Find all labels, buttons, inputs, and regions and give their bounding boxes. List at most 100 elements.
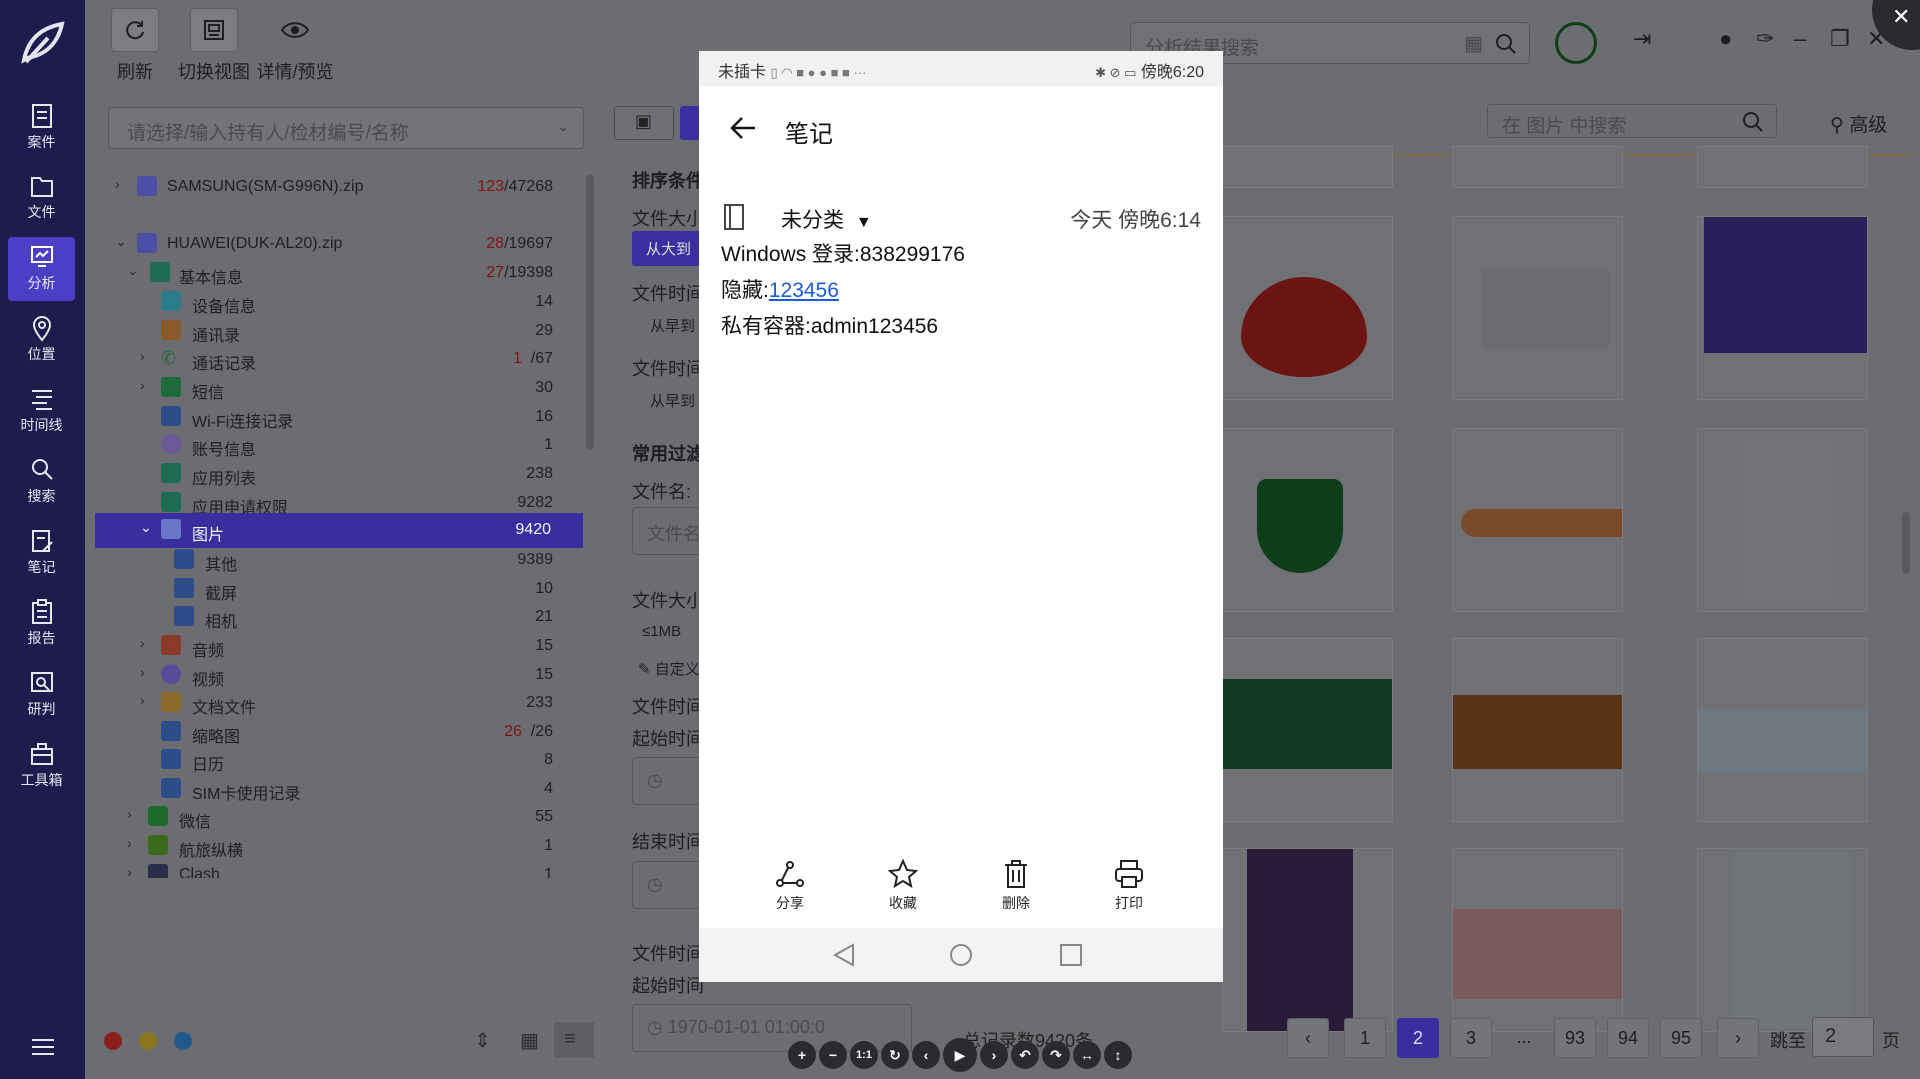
note-link[interactable]: 123456 <box>769 279 839 302</box>
image-card[interactable] <box>1222 428 1393 612</box>
shield-status-icon[interactable] <box>1555 22 1597 64</box>
image-card[interactable] <box>1222 638 1393 822</box>
next-page-button[interactable]: › <box>1717 1018 1759 1058</box>
search-icon[interactable] <box>1742 111 1764 133</box>
flip-vertical-icon[interactable]: ↕ <box>1104 1041 1132 1069</box>
red-dot-icon[interactable] <box>104 1032 122 1050</box>
image-card[interactable] <box>1452 216 1623 400</box>
image-search-input[interactable]: 在 图片 中搜索 <box>1487 104 1777 138</box>
image-card[interactable] <box>1222 146 1393 188</box>
zoom-out-icon[interactable]: − <box>819 1041 847 1069</box>
flip-horizontal-icon[interactable]: ↔ <box>1073 1041 1101 1069</box>
nav-report[interactable]: 报告 <box>8 592 75 656</box>
nav-home-icon[interactable] <box>949 943 973 967</box>
nav-file[interactable]: 文件 <box>8 166 75 230</box>
image-card[interactable] <box>1452 848 1623 1032</box>
image-card[interactable] <box>1452 638 1623 822</box>
switch-view-button[interactable]: 切换视图 <box>178 8 250 88</box>
delete-button[interactable]: 删除 <box>981 859 1051 913</box>
image-card[interactable] <box>1452 428 1623 612</box>
page-button-current[interactable]: 2 <box>1397 1018 1439 1058</box>
end-time-input[interactable]: ◷ <box>632 861 702 909</box>
hamburger-menu-icon[interactable] <box>30 1037 56 1057</box>
refresh-button[interactable]: 刷新 <box>108 8 162 88</box>
calendar-icon[interactable]: ▦ <box>1464 31 1483 56</box>
page-button[interactable]: 95 <box>1660 1018 1702 1058</box>
favorite-button[interactable]: 收藏 <box>868 859 938 913</box>
nav-timeline[interactable]: 时间线 <box>8 379 75 443</box>
page-button[interactable]: 93 <box>1554 1018 1596 1058</box>
pin-icon[interactable]: ✑ <box>1756 26 1774 52</box>
custom-size-option[interactable]: ✎ 自定义 <box>638 658 700 679</box>
prev-page-button[interactable]: ‹ <box>1287 1018 1329 1058</box>
sort-early-option[interactable]: 从早到 <box>650 315 695 336</box>
maximize-icon[interactable]: ❐ <box>1830 26 1850 52</box>
list-icon[interactable]: ≡ <box>554 1022 594 1058</box>
rotate-left-icon[interactable]: ↶ <box>1011 1041 1039 1069</box>
size-sort-button[interactable]: 从大到 <box>632 231 706 266</box>
nav-search[interactable]: 搜索 <box>8 450 75 514</box>
tree-scrollbar[interactable] <box>586 175 594 450</box>
previous-icon[interactable]: ‹ <box>912 1041 940 1069</box>
nav-case[interactable]: 案件 <box>8 96 75 160</box>
share-button[interactable]: 分享 <box>755 859 825 913</box>
image-card[interactable] <box>1697 216 1868 400</box>
nav-back-icon[interactable] <box>833 943 855 967</box>
holder-select[interactable]: 请选择/输入持有人/检材编号/名称 ⌄ <box>108 107 584 149</box>
search-icon[interactable] <box>1495 33 1517 55</box>
chevron-right-icon[interactable]: › <box>140 348 145 364</box>
tree-row-clash[interactable]: › Clash 1 <box>95 858 585 878</box>
chevron-right-icon[interactable]: › <box>140 377 145 393</box>
yellow-dot-icon[interactable] <box>139 1032 157 1050</box>
print-button[interactable]: 打印 <box>1094 859 1164 913</box>
back-arrow-icon[interactable] <box>729 116 757 140</box>
nav-judge[interactable]: 研判 <box>8 663 75 727</box>
category-dropdown[interactable]: 未分类 ▼ <box>781 204 872 234</box>
nav-recent-icon[interactable] <box>1059 943 1083 967</box>
chevron-right-icon[interactable]: › <box>140 635 145 651</box>
image-card[interactable] <box>1452 146 1623 188</box>
rotate-right-icon[interactable]: ↷ <box>1042 1041 1070 1069</box>
chevron-right-icon[interactable]: › <box>140 664 145 680</box>
actual-size-icon[interactable]: 1:1 <box>850 1041 878 1069</box>
minimize-icon[interactable]: – <box>1794 26 1806 52</box>
advanced-search-button[interactable]: ⚲ 高级 <box>1830 110 1887 137</box>
user-icon[interactable]: ● <box>1719 26 1732 52</box>
export-icon[interactable]: ⇥ <box>1633 26 1651 52</box>
next-icon[interactable]: › <box>980 1041 1008 1069</box>
nav-note[interactable]: 笔记 <box>8 521 75 585</box>
image-card[interactable] <box>1697 428 1868 612</box>
nav-location[interactable]: 位置 <box>8 308 75 372</box>
tree-row-samsung[interactable]: › SAMSUNG(SM-G996N).zip 123/47268 <box>95 170 585 205</box>
image-card[interactable] <box>1697 146 1868 188</box>
jump-page-input[interactable]: 2 <box>1812 1017 1874 1057</box>
blue-dot-icon[interactable] <box>174 1032 192 1050</box>
zoom-in-icon[interactable]: + <box>788 1041 816 1069</box>
details-preview-button[interactable]: 详情/预览 <box>254 8 336 88</box>
chevron-right-icon[interactable]: › <box>115 176 120 192</box>
page-button[interactable]: 1 <box>1344 1018 1386 1058</box>
reset-icon[interactable]: ↻ <box>881 1041 909 1069</box>
sort-early-option[interactable]: 从早到 <box>650 390 695 411</box>
image-card[interactable] <box>1222 848 1393 1032</box>
chevron-right-icon[interactable]: › <box>127 806 132 822</box>
nav-analysis[interactable]: 分析 <box>8 237 75 301</box>
page-button[interactable]: 3 <box>1450 1018 1492 1058</box>
image-card[interactable] <box>1697 638 1868 822</box>
chevron-down-icon[interactable]: ⌄ <box>127 262 139 279</box>
chevron-down-icon[interactable]: ⌄ <box>140 519 152 536</box>
size-le-1mb-option[interactable]: ≤1MB <box>642 623 681 640</box>
start-time-input[interactable]: ◷ <box>632 757 702 805</box>
collapse-icon[interactable]: ⇕ <box>474 1028 491 1053</box>
grid-scrollbar[interactable] <box>1902 512 1910 574</box>
image-card[interactable] <box>1697 848 1868 1032</box>
image-card[interactable] <box>1222 216 1393 400</box>
chevron-down-icon[interactable]: ⌄ <box>115 233 127 250</box>
grid-icon[interactable]: ▦ <box>520 1028 539 1053</box>
nav-toolbox[interactable]: 工具箱 <box>8 734 75 798</box>
chevron-right-icon[interactable]: › <box>127 835 132 851</box>
tab-1[interactable]: ▣ <box>614 106 674 140</box>
chevron-right-icon[interactable]: › <box>127 864 132 878</box>
chevron-right-icon[interactable]: › <box>140 692 145 708</box>
page-button[interactable]: 94 <box>1607 1018 1649 1058</box>
